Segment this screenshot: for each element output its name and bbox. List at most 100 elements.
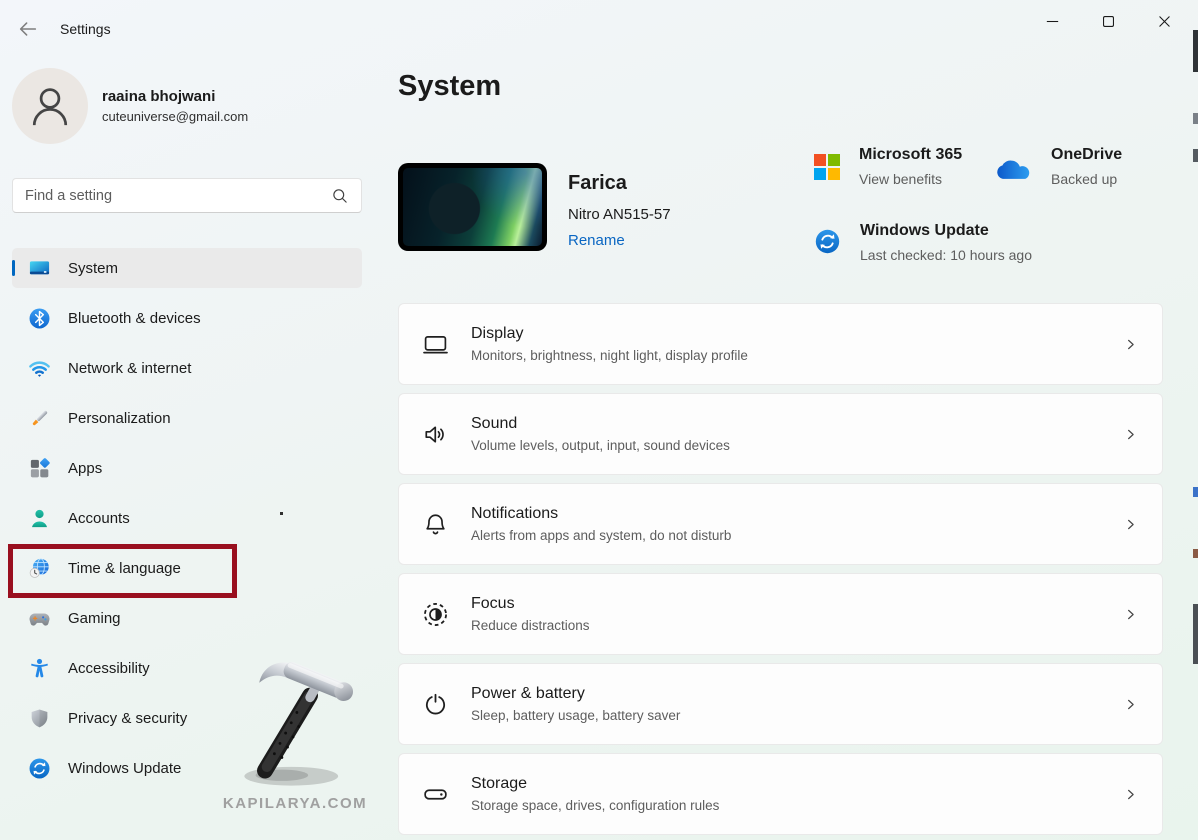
hammer-icon bbox=[220, 648, 370, 790]
settings-row-title: Notifications bbox=[471, 505, 1123, 523]
artifact-dot bbox=[280, 512, 283, 515]
status-title: Microsoft 365 bbox=[859, 146, 962, 164]
sidebar-item-label: Gaming bbox=[68, 610, 121, 627]
background-window-sliver bbox=[1193, 487, 1198, 497]
notifications-bell-icon bbox=[399, 511, 471, 538]
system-icon bbox=[28, 257, 51, 280]
bluetooth-icon bbox=[28, 307, 51, 330]
status-title: OneDrive bbox=[1051, 146, 1122, 164]
windows-update-card[interactable]: Windows Update Last checked: 10 hours ag… bbox=[814, 222, 1032, 263]
rename-link[interactable]: Rename bbox=[568, 232, 625, 249]
background-window-sliver bbox=[1193, 113, 1198, 124]
search-input[interactable] bbox=[13, 188, 331, 204]
microsoft-365-card[interactable]: Microsoft 365 View benefits bbox=[814, 146, 962, 187]
chevron-right-icon bbox=[1123, 427, 1138, 442]
selected-accent-pill bbox=[12, 260, 15, 276]
page-title: System bbox=[398, 70, 501, 103]
settings-row-subtitle: Alerts from apps and system, do not dist… bbox=[471, 528, 1123, 543]
windows-update-status-icon bbox=[814, 228, 841, 255]
background-window-sliver bbox=[1193, 604, 1198, 664]
sidebar-item-label: System bbox=[68, 260, 118, 277]
device-name: Farica bbox=[568, 172, 671, 195]
settings-row-subtitle: Sleep, battery usage, battery saver bbox=[471, 708, 1123, 723]
settings-row-subtitle: Monitors, brightness, night light, displ… bbox=[471, 348, 1123, 363]
sidebar-item-label: Apps bbox=[68, 460, 102, 477]
onedrive-icon bbox=[996, 158, 1032, 181]
settings-row-storage[interactable]: Storage Storage space, drives, configura… bbox=[398, 753, 1163, 835]
settings-row-display[interactable]: Display Monitors, brightness, night ligh… bbox=[398, 303, 1163, 385]
time-language-icon bbox=[28, 557, 51, 580]
search-box bbox=[12, 178, 362, 213]
sidebar-item-network-internet[interactable]: Network & internet bbox=[12, 348, 362, 388]
search-icon bbox=[331, 187, 349, 205]
power-icon bbox=[399, 691, 471, 718]
settings-row-sound[interactable]: Sound Volume levels, output, input, soun… bbox=[398, 393, 1163, 475]
sidebar-item-gaming[interactable]: Gaming bbox=[12, 598, 362, 638]
user-profile[interactable]: raaina bhojwani cuteuniverse@gmail.com bbox=[12, 68, 248, 144]
settings-row-title: Display bbox=[471, 325, 1123, 343]
sidebar-item-bluetooth-devices[interactable]: Bluetooth & devices bbox=[12, 298, 362, 338]
wifi-icon bbox=[28, 357, 51, 380]
window-title: Settings bbox=[60, 21, 111, 37]
profile-email: cuteuniverse@gmail.com bbox=[102, 109, 248, 124]
onedrive-card[interactable]: OneDrive Backed up bbox=[996, 146, 1122, 187]
close-icon bbox=[1156, 13, 1173, 30]
device-card: Farica Nitro AN515-57 Rename bbox=[398, 163, 671, 251]
sidebar-item-label: Network & internet bbox=[68, 360, 191, 377]
minimize-button[interactable] bbox=[1024, 0, 1080, 42]
settings-row-subtitle: Storage space, drives, configuration rul… bbox=[471, 798, 1123, 813]
settings-row-title: Focus bbox=[471, 595, 1123, 613]
paintbrush-icon bbox=[28, 407, 51, 430]
chevron-right-icon bbox=[1123, 517, 1138, 532]
sidebar-item-label: Windows Update bbox=[68, 760, 181, 777]
settings-row-title: Sound bbox=[471, 415, 1123, 433]
sidebar-item-time-language[interactable]: Time & language bbox=[12, 548, 362, 588]
close-button[interactable] bbox=[1136, 0, 1192, 42]
settings-row-subtitle: Volume levels, output, input, sound devi… bbox=[471, 438, 1123, 453]
settings-row-notifications[interactable]: Notifications Alerts from apps and syste… bbox=[398, 483, 1163, 565]
chevron-right-icon bbox=[1123, 787, 1138, 802]
minimize-icon bbox=[1044, 13, 1061, 30]
back-button[interactable] bbox=[14, 15, 42, 43]
shield-icon bbox=[28, 707, 51, 730]
device-wallpaper bbox=[403, 168, 542, 246]
background-window-sliver bbox=[1193, 30, 1198, 72]
avatar bbox=[12, 68, 88, 144]
sidebar-item-label: Time & language bbox=[68, 560, 181, 577]
window-controls bbox=[1024, 0, 1192, 42]
sound-icon bbox=[399, 421, 471, 448]
microsoft-365-icon bbox=[814, 154, 840, 180]
chevron-right-icon bbox=[1123, 607, 1138, 622]
person-icon bbox=[24, 80, 76, 132]
device-model: Nitro AN515-57 bbox=[568, 206, 671, 223]
sidebar-item-accounts[interactable]: Accounts bbox=[12, 498, 362, 538]
status-subtitle: Backed up bbox=[1051, 171, 1122, 187]
profile-name: raaina bhojwani bbox=[102, 88, 248, 105]
background-window-sliver bbox=[1193, 549, 1198, 558]
watermark-text: KAPILARYA.COM bbox=[208, 795, 382, 812]
display-icon bbox=[399, 331, 471, 358]
status-subtitle: Last checked: 10 hours ago bbox=[860, 247, 1032, 263]
apps-icon bbox=[28, 457, 51, 480]
windows-update-icon bbox=[28, 757, 51, 780]
sidebar-item-apps[interactable]: Apps bbox=[12, 448, 362, 488]
sidebar-item-system[interactable]: System bbox=[12, 248, 362, 288]
accounts-icon bbox=[28, 507, 51, 530]
storage-icon bbox=[399, 781, 471, 808]
settings-row-power-battery[interactable]: Power & battery Sleep, battery usage, ba… bbox=[398, 663, 1163, 745]
maximize-icon bbox=[1100, 13, 1117, 30]
status-title: Windows Update bbox=[860, 222, 1032, 240]
settings-row-focus[interactable]: Focus Reduce distractions bbox=[398, 573, 1163, 655]
back-arrow-icon bbox=[17, 18, 39, 40]
background-window-sliver bbox=[1193, 149, 1198, 162]
device-thumbnail bbox=[398, 163, 547, 251]
sidebar-item-label: Privacy & security bbox=[68, 710, 187, 727]
watermark: KAPILARYA.COM bbox=[208, 648, 382, 812]
sidebar-item-label: Personalization bbox=[68, 410, 171, 427]
sidebar-item-personalization[interactable]: Personalization bbox=[12, 398, 362, 438]
settings-list: Display Monitors, brightness, night ligh… bbox=[398, 303, 1163, 840]
maximize-button[interactable] bbox=[1080, 0, 1136, 42]
view-benefits-link[interactable]: View benefits bbox=[859, 171, 962, 187]
settings-row-title: Power & battery bbox=[471, 685, 1123, 703]
chevron-right-icon bbox=[1123, 697, 1138, 712]
